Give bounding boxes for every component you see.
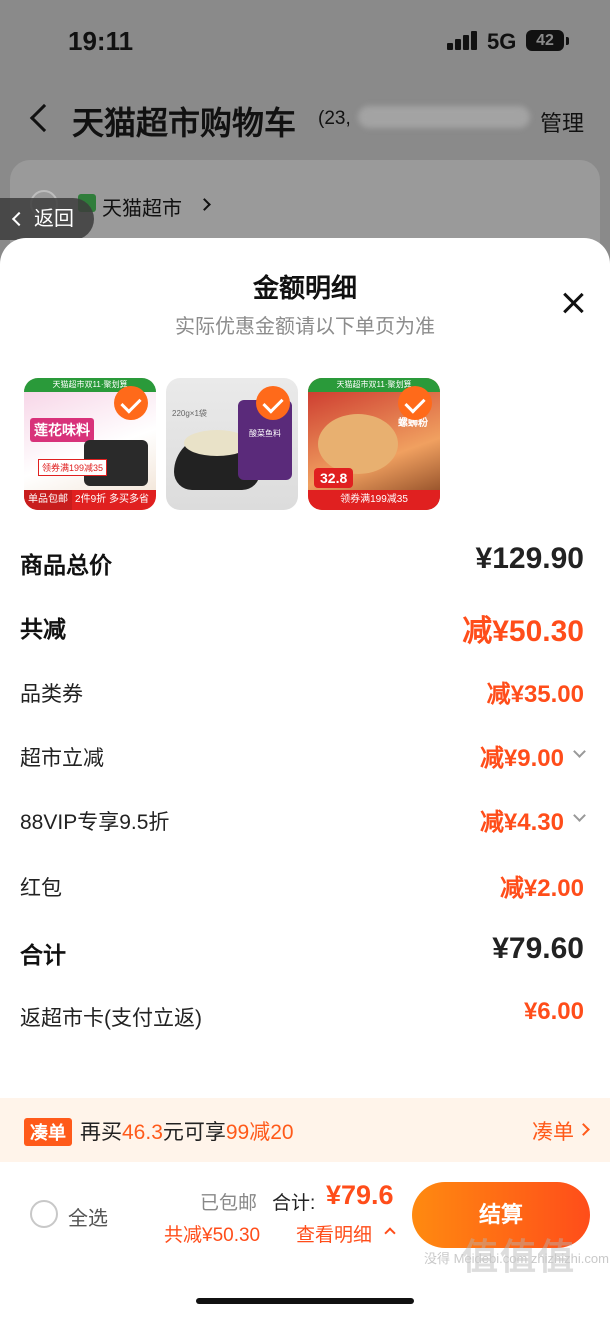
product-thumb-2[interactable]: 220g×1袋 酸菜鱼料: [166, 378, 298, 510]
sum-value: ¥79.60: [492, 932, 584, 965]
view-detail-link[interactable]: 查看明细: [296, 1220, 372, 1247]
free-shipping-label: 已包邮: [200, 1193, 258, 1214]
sheet-subtitle: 实际优惠金额请以下单页为准: [175, 316, 435, 338]
promo-tag: 凑单: [24, 1118, 72, 1146]
home-indicator[interactable]: [196, 1298, 414, 1304]
store-name[interactable]: 天猫超市: [102, 192, 182, 221]
total-discount-label: 共减: [20, 616, 66, 642]
battery-tip: [566, 37, 569, 45]
chevron-left-icon: [11, 211, 27, 227]
product-thumb-3[interactable]: 天猫超市双11·聚划算 螺蛳粉 32.8 领券满199减35: [308, 378, 440, 510]
sum-label: 合计: [20, 942, 66, 968]
page-title: 天猫超市购物车: [72, 105, 297, 141]
return-label: 返回: [34, 208, 74, 230]
manage-button[interactable]: 管理: [540, 106, 584, 138]
vip-discount-label: 88VIP专享9.5折: [20, 811, 170, 834]
category-coupon-row: 品类券 减¥35.00: [20, 674, 584, 714]
red-packet-row: 红包 减¥2.00: [20, 868, 584, 908]
sum-row: 合计 ¥79.60: [20, 932, 584, 972]
checkout-bar: 全选 已包邮 合计: ¥79.6 共减¥50.30 查看明细 结算 值值值 没得…: [0, 1162, 610, 1320]
product-corner: 单品包邮: [24, 490, 72, 510]
product-strip: 领券满199减35: [308, 490, 440, 510]
total-discount-row: 共减 减¥50.30: [20, 606, 584, 648]
product-thumb-1[interactable]: 天猫超市双11·聚划算 莲花味料 领券满199减35 单品包邮 2件9折 多买多…: [24, 378, 156, 510]
chevron-down-icon[interactable]: [573, 745, 586, 758]
amount-detail-sheet: 金额明细 实际优惠金额请以下单页为准 天猫超市双11·聚划算 莲花味料 领券满1…: [0, 238, 610, 1320]
product-price-tag: 32.8: [314, 468, 354, 488]
category-coupon-label: 品类券: [20, 683, 83, 706]
chevron-right-icon: [198, 198, 211, 211]
red-packet-value: 减¥2.00: [499, 875, 584, 902]
checked-icon: [398, 386, 432, 420]
category-coupon-value: 减¥35.00: [486, 681, 584, 708]
market-discount-value: 减¥9.00: [479, 745, 564, 772]
market-discount-label: 超市立减: [20, 747, 104, 770]
saved-amount: 共减¥50.30: [164, 1225, 261, 1246]
vip-discount-row[interactable]: 88VIP专享9.5折 减¥4.30: [20, 802, 586, 842]
back-icon[interactable]: [29, 103, 59, 133]
select-all-label[interactable]: 全选: [68, 1202, 108, 1231]
product-name: 莲花味料: [30, 418, 94, 442]
cashback-value: ¥6.00: [523, 998, 584, 1025]
redacted-text: [358, 106, 530, 128]
product-spec: 220g×1袋: [172, 409, 207, 418]
chevron-up-icon[interactable]: [384, 1227, 396, 1239]
return-button[interactable]: 返回: [0, 198, 94, 240]
signal-icon: [447, 30, 481, 50]
cashback-label: 返超市卡(支付立返): [20, 1007, 202, 1030]
status-time: 19:11: [68, 26, 134, 56]
product-noodle-image: [318, 414, 398, 474]
sheet-title: 金额明细: [252, 273, 357, 303]
add-on-promo-bar[interactable]: 凑单 再买46.3元可享99减20 凑单: [0, 1098, 610, 1162]
cart-count: (23,: [318, 108, 351, 129]
close-icon[interactable]: [558, 288, 588, 318]
add-on-link[interactable]: 凑单: [532, 1116, 574, 1146]
red-packet-label: 红包: [20, 877, 62, 900]
goods-total-label: 商品总价: [20, 552, 112, 578]
total-label: 合计:: [272, 1193, 316, 1214]
market-discount-row[interactable]: 超市立减 减¥9.00: [20, 738, 586, 778]
product-name: 酸菜鱼料: [249, 429, 281, 438]
checked-icon: [114, 386, 148, 420]
cashback-row: 返超市卡(支付立返) ¥6.00: [20, 998, 584, 1038]
watermark-text: 没得 Meidebi.com zhizhizhi.com: [424, 1251, 609, 1266]
status-bar: 19:11 5G 42: [0, 0, 610, 80]
product-badge: 领券满199减35: [38, 459, 108, 476]
cart-header: 天猫超市购物车 (23, 管理: [0, 90, 610, 150]
chevron-down-icon[interactable]: [573, 809, 586, 822]
promo-text: 再买46.3元可享99减20: [80, 1121, 294, 1144]
goods-total-row: 商品总价 ¥129.90: [20, 542, 584, 582]
select-all-radio[interactable]: [30, 1200, 58, 1228]
total-discount-value: 减¥50.30: [462, 615, 584, 648]
goods-total-value: ¥129.90: [475, 542, 584, 575]
total-value: ¥79.6: [326, 1180, 394, 1210]
network-type: 5G: [487, 29, 517, 54]
chevron-right-icon: [577, 1123, 590, 1136]
checked-icon: [256, 386, 290, 420]
battery-icon: 42: [526, 30, 564, 51]
vip-discount-value: 减¥4.30: [479, 809, 564, 836]
